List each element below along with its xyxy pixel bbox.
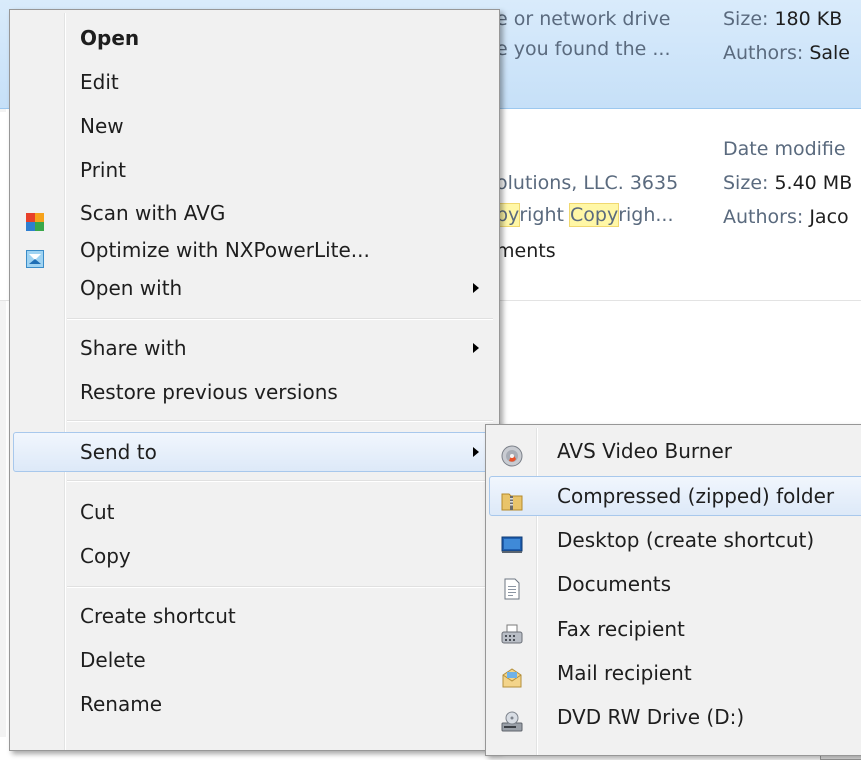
menu-item-label: Optimize with NXPowerLite... bbox=[80, 238, 370, 262]
fax-icon bbox=[501, 618, 523, 644]
menu-item-print[interactable]: Print bbox=[13, 150, 495, 190]
nxpowerlite-icon bbox=[26, 241, 44, 268]
send-to-submenu: AVS Video Burner Compressed (zipped) fol… bbox=[485, 424, 861, 756]
menu-separator bbox=[67, 480, 493, 482]
menu-item-share-with[interactable]: Share with bbox=[13, 328, 495, 368]
menu-item-create-shortcut[interactable]: Create shortcut bbox=[13, 596, 495, 636]
desktop-icon bbox=[501, 529, 523, 553]
menu-item-label: Restore previous versions bbox=[80, 380, 338, 404]
context-menu: Open Edit New Print Scan with AVG Optimi… bbox=[9, 9, 500, 751]
menu-item-label: Delete bbox=[80, 648, 146, 672]
window-left-edge bbox=[0, 0, 6, 737]
menu-item-label: Rename bbox=[80, 692, 163, 716]
result-snippet: e you found the ... bbox=[496, 38, 671, 60]
send-to-desktop[interactable]: Desktop (create shortcut) bbox=[489, 520, 861, 560]
menu-item-label: New bbox=[80, 114, 124, 138]
send-to-dvd-rw-drive[interactable]: DVD RW Drive (D:) bbox=[489, 697, 861, 737]
submenu-item-label: Desktop (create shortcut) bbox=[557, 528, 815, 552]
submenu-item-label: Mail recipient bbox=[557, 661, 692, 685]
result-snippet: olutions, LLC. 3635 bbox=[496, 172, 679, 194]
zip-folder-icon bbox=[501, 485, 523, 511]
menu-item-label: Send to bbox=[80, 440, 157, 464]
menu-item-label: Cut bbox=[80, 500, 115, 524]
menu-item-rename[interactable]: Rename bbox=[13, 684, 495, 724]
send-to-compressed-folder[interactable]: Compressed (zipped) folder bbox=[489, 476, 861, 516]
submenu-item-label: Compressed (zipped) folder bbox=[557, 484, 835, 508]
menu-separator bbox=[67, 420, 493, 422]
menu-separator bbox=[67, 586, 493, 588]
menu-item-label: Copy bbox=[80, 544, 131, 568]
menu-separator bbox=[67, 318, 493, 320]
disc-burner-icon bbox=[501, 440, 523, 467]
submenu-item-label: Fax recipient bbox=[557, 617, 685, 641]
submenu-item-label: AVS Video Burner bbox=[557, 439, 732, 463]
menu-item-optimize-nxpowerlite[interactable]: Optimize with NXPowerLite... bbox=[13, 230, 495, 270]
avg-icon bbox=[26, 204, 44, 231]
menu-item-send-to[interactable]: Send to bbox=[13, 432, 495, 472]
menu-item-new[interactable]: New bbox=[13, 106, 495, 146]
mail-icon bbox=[501, 662, 523, 688]
menu-item-edit[interactable]: Edit bbox=[13, 62, 495, 102]
documents-icon bbox=[501, 573, 523, 600]
send-to-documents[interactable]: Documents bbox=[489, 564, 861, 604]
result-folder: ments bbox=[496, 240, 556, 262]
menu-item-label: Create shortcut bbox=[80, 604, 236, 628]
result-snippet: e or network drive bbox=[496, 8, 671, 30]
send-to-fax-recipient[interactable]: Fax recipient bbox=[489, 609, 861, 649]
menu-item-label: Scan with AVG bbox=[80, 201, 226, 225]
dvd-drive-icon bbox=[501, 706, 523, 732]
menu-item-cut[interactable]: Cut bbox=[13, 492, 495, 532]
menu-item-restore-previous-versions[interactable]: Restore previous versions bbox=[13, 372, 495, 412]
submenu-arrow-icon bbox=[473, 343, 479, 353]
result-snippet: pyright Copyrigh... bbox=[494, 203, 674, 227]
menu-item-label: Edit bbox=[80, 70, 119, 94]
menu-item-scan-with-avg[interactable]: Scan with AVG bbox=[13, 193, 495, 233]
menu-item-copy[interactable]: Copy bbox=[13, 536, 495, 576]
menu-item-label: Share with bbox=[80, 336, 187, 360]
menu-item-label: Open with bbox=[80, 276, 183, 300]
menu-item-open-with[interactable]: Open with bbox=[13, 268, 495, 308]
result-size: Size: 180 KB bbox=[723, 8, 843, 30]
result-date-modified: Date modifie bbox=[723, 138, 846, 160]
send-to-avs-video-burner[interactable]: AVS Video Burner bbox=[489, 431, 861, 471]
send-to-mail-recipient[interactable]: Mail recipient bbox=[489, 653, 861, 693]
result-size: Size: 5.40 MB bbox=[723, 172, 853, 194]
result-authors: Authors: Jaco bbox=[723, 206, 849, 228]
menu-item-delete[interactable]: Delete bbox=[13, 640, 495, 680]
result-authors: Authors: Sale bbox=[723, 42, 850, 64]
submenu-item-label: Documents bbox=[557, 572, 672, 596]
submenu-item-label: DVD RW Drive (D:) bbox=[557, 705, 745, 729]
menu-item-label: Print bbox=[80, 158, 127, 182]
submenu-arrow-icon bbox=[473, 283, 479, 293]
menu-item-label: Open bbox=[80, 26, 140, 50]
submenu-arrow-icon bbox=[473, 447, 479, 457]
menu-item-open[interactable]: Open bbox=[13, 18, 495, 58]
